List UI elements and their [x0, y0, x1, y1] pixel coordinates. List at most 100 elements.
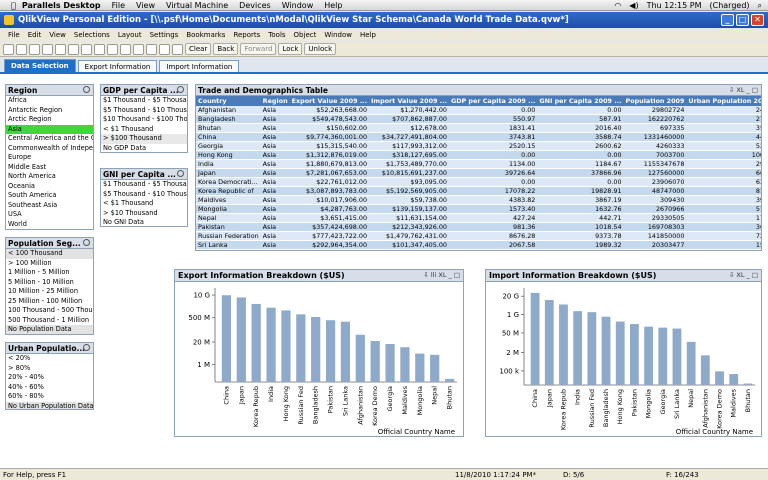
table-cell[interactable]: Korea Republic of [196, 186, 261, 197]
chart-caption-icons[interactable]: ⇩ XL _ □ [729, 271, 758, 279]
back-button[interactable]: Back [213, 43, 239, 55]
table-cell[interactable]: 63.04 [686, 177, 761, 188]
table-cell[interactable]: Nepal [196, 213, 261, 224]
table-cell[interactable]: Maldives [196, 195, 261, 206]
table-cell[interactable]: 1184.67 [537, 159, 624, 170]
table-cell[interactable]: $4,287,763.00 [289, 204, 370, 215]
table-cell[interactable]: $9,774,360,001.00 [289, 132, 370, 143]
list-item[interactable]: $5 Thousand - $10 Thousand [101, 106, 187, 116]
table-row[interactable]: Sri Lanka Asia $292,964,354.00 $101,347,405… [196, 240, 761, 250]
list-item[interactable]: 40% - 60% [6, 383, 93, 393]
table-cell[interactable]: $1,312,876,019.00 [289, 150, 370, 161]
chart-bar[interactable] [296, 314, 306, 382]
print-icon[interactable] [42, 43, 53, 55]
table-cell[interactable]: 7003700 [623, 150, 687, 161]
chart-bar[interactable] [672, 328, 682, 385]
list-item[interactable]: Antarctic Region [6, 106, 93, 116]
list-item[interactable]: 60% - 80% [6, 392, 93, 402]
undo-icon[interactable] [81, 43, 92, 55]
list-item[interactable]: USA [6, 210, 93, 220]
clear-button[interactable]: Clear [185, 43, 212, 55]
list-item[interactable]: Oceania [6, 182, 93, 192]
table-viewer-icon[interactable] [159, 43, 170, 55]
chart-bar[interactable] [385, 344, 395, 382]
table-cell[interactable]: Sri Lanka [196, 240, 261, 250]
table-cell[interactable]: 4260333 [623, 141, 687, 152]
table-cell[interactable]: 4383.82 [448, 195, 538, 206]
table-row[interactable]: India Asia $1,880,679,813.00 $1,753,489,770… [196, 159, 761, 170]
table-cell[interactable]: 37866.96 [537, 168, 624, 179]
table-cell[interactable]: 100.79 [686, 150, 761, 161]
list-item[interactable]: < $1 Thousand [101, 199, 187, 209]
table-cell[interactable]: 0.00 [537, 106, 624, 116]
list-item[interactable]: 10 Million - 25 Million [6, 287, 93, 297]
menu-view[interactable]: View [49, 31, 66, 39]
table-row[interactable]: Hong Kong Asia $1,312,876,019.00 $318,127,6… [196, 150, 761, 161]
chart-bar[interactable] [658, 327, 668, 385]
table-cell[interactable]: $5,192,569,905.00 [369, 186, 449, 197]
reload-icon[interactable] [133, 43, 144, 55]
table-cell[interactable]: 2600.62 [537, 141, 624, 152]
table-cell[interactable]: 8676.28 [448, 231, 538, 242]
list-item[interactable]: Europe [6, 153, 93, 163]
table-cell[interactable]: 2016.40 [537, 123, 624, 134]
table-cell[interactable]: Asia [260, 222, 290, 233]
table-cell[interactable]: Afghanistan [196, 106, 261, 116]
list-item[interactable]: Central America and the Caribbean [6, 134, 93, 144]
table-cell[interactable]: Japan [196, 168, 261, 179]
table-cell[interactable]: Asia [260, 177, 290, 188]
search-icon[interactable] [83, 86, 90, 93]
list-item[interactable]: 25 Million - 100 Million [6, 297, 93, 307]
mac-app-name[interactable]: Parallels Desktop [22, 1, 101, 10]
table-cell[interactable]: $1,753,489,770.00 [369, 159, 449, 170]
table-cell[interactable]: 0.00 [537, 150, 624, 161]
table-cell[interactable]: 0.00 [448, 106, 538, 116]
table-cell[interactable]: Asia [260, 213, 290, 224]
table-cell[interactable]: 1134.00 [448, 159, 538, 170]
table-row[interactable]: Bangladesh Asia $549,478,543.00 $707,862,88… [196, 114, 761, 125]
table-cell[interactable]: Georgia [196, 141, 261, 152]
chart-bar[interactable] [281, 310, 291, 382]
lock-button[interactable]: Lock [278, 43, 303, 55]
table-cell[interactable]: $11,631,154.00 [369, 213, 449, 224]
list-item[interactable]: South America [6, 191, 93, 201]
table-cell[interactable]: $52,263,668.00 [289, 106, 370, 116]
mac-menu-devices[interactable]: Devices [239, 1, 271, 10]
table-cell[interactable]: 2067.58 [448, 240, 538, 250]
table-cell[interactable]: Asia [260, 231, 290, 242]
list-item[interactable]: 1 Million - 5 Million [6, 268, 93, 278]
apple-icon[interactable]:  [11, 1, 16, 10]
chart-bar[interactable] [444, 378, 455, 382]
table-cell[interactable]: Pakistan [196, 222, 261, 233]
new-document-icon[interactable] [3, 43, 14, 55]
list-item[interactable]: Commonwealth of Independent States [6, 144, 93, 154]
table-cell[interactable]: 141850000 [623, 231, 687, 242]
table-cell[interactable]: 27.62 [686, 114, 761, 125]
menu-window[interactable]: Window [324, 31, 352, 39]
table-cell[interactable]: $12,678.00 [369, 123, 449, 134]
chart-bar[interactable] [715, 371, 724, 385]
table-cell[interactable]: Asia [260, 240, 290, 250]
chart-bar[interactable] [573, 311, 583, 385]
table-cell[interactable]: 169708303 [623, 222, 687, 233]
mac-menu-view[interactable]: View [136, 1, 155, 10]
table-cell[interactable]: 17.72 [686, 213, 761, 224]
list-item[interactable]: 100 Thousand - 500 Thousand [6, 306, 93, 316]
col-header[interactable]: GNI per Capita 2009 ... [537, 96, 624, 106]
forward-button[interactable]: Forward [240, 43, 277, 55]
table-cell[interactable]: 1018.54 [537, 222, 624, 233]
table-cell[interactable]: 1831.41 [448, 123, 538, 134]
chart-bar[interactable] [251, 303, 261, 382]
table-cell[interactable]: Bhutan [196, 123, 261, 134]
table-cell[interactable]: 550.97 [448, 114, 538, 125]
chart-bar[interactable] [601, 316, 611, 385]
table-cell[interactable]: 427.24 [448, 213, 538, 224]
table-cell[interactable]: $549,478,543.00 [289, 114, 370, 125]
list-item[interactable]: World [6, 220, 93, 230]
table-row[interactable]: Korea Democrati... Asia $22,761,012.00 $93,… [196, 177, 761, 188]
open-folder-icon[interactable] [16, 43, 27, 55]
chart-bar[interactable] [400, 347, 410, 382]
table-row[interactable]: Maldives Asia $10,017,906.00 $59,738.00 4383… [196, 195, 761, 206]
table-cell[interactable]: $3,651,415.00 [289, 213, 370, 224]
table-cell[interactable]: 39.18 [686, 195, 761, 206]
